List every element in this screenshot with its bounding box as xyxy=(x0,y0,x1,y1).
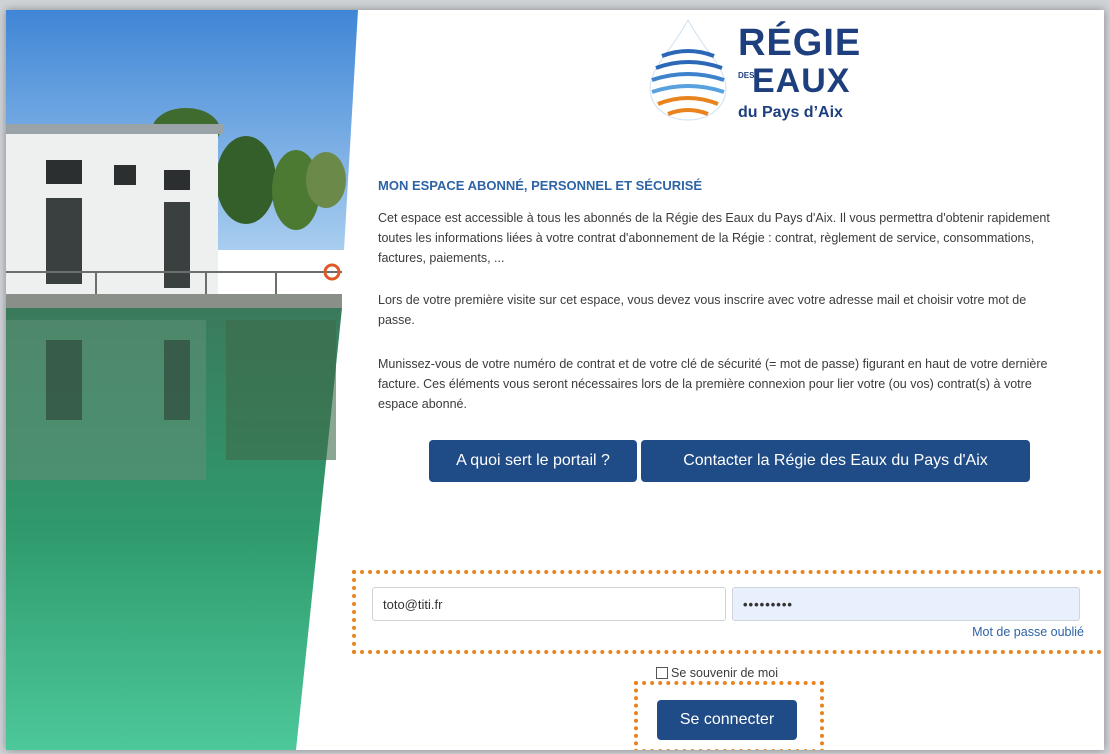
page-frame: RÉGIE DES EAUX du Pays d’Aix MON ESPACE … xyxy=(6,10,1104,750)
intro-paragraph-1: Cet espace est accessible à tous les abo… xyxy=(378,211,1050,265)
main-content: RÉGIE DES EAUX du Pays d’Aix MON ESPACE … xyxy=(352,10,1104,750)
remember-me[interactable]: Se souvenir de moi xyxy=(656,666,778,680)
intro-paragraph-3: Munissez-vous de votre numéro de contrat… xyxy=(378,357,1048,411)
remember-label: Se souvenir de moi xyxy=(671,666,779,680)
brand-pays: du Pays d’Aix xyxy=(738,104,843,121)
intro-paragraph-2: Lors de votre première visite sur cet es… xyxy=(378,293,1027,327)
brand-des: DES xyxy=(738,71,755,80)
page-title: MON ESPACE ABONNÉ, PERSONNEL ET SÉCURISÉ xyxy=(378,178,703,193)
forgot-password-link[interactable]: Mot de passe oublié xyxy=(972,625,1084,639)
password-field[interactable]: ••••••••• xyxy=(732,587,1080,621)
email-field[interactable]: toto@titi.fr xyxy=(372,587,726,621)
connect-button[interactable]: Se connecter xyxy=(657,700,797,740)
regie-logo: RÉGIE DES EAUX du Pays d’Aix xyxy=(642,16,860,124)
brand-eaux: EAUX xyxy=(752,62,851,100)
contact-button[interactable]: Contacter la Régie des Eaux du Pays d'Ai… xyxy=(641,440,1030,482)
portal-info-button[interactable]: A quoi sert le portail ? xyxy=(429,440,637,482)
remember-checkbox[interactable] xyxy=(656,667,668,679)
brand-regie: RÉGIE xyxy=(738,22,862,64)
hero-photo xyxy=(6,10,366,750)
water-drop-icon xyxy=(649,18,727,121)
